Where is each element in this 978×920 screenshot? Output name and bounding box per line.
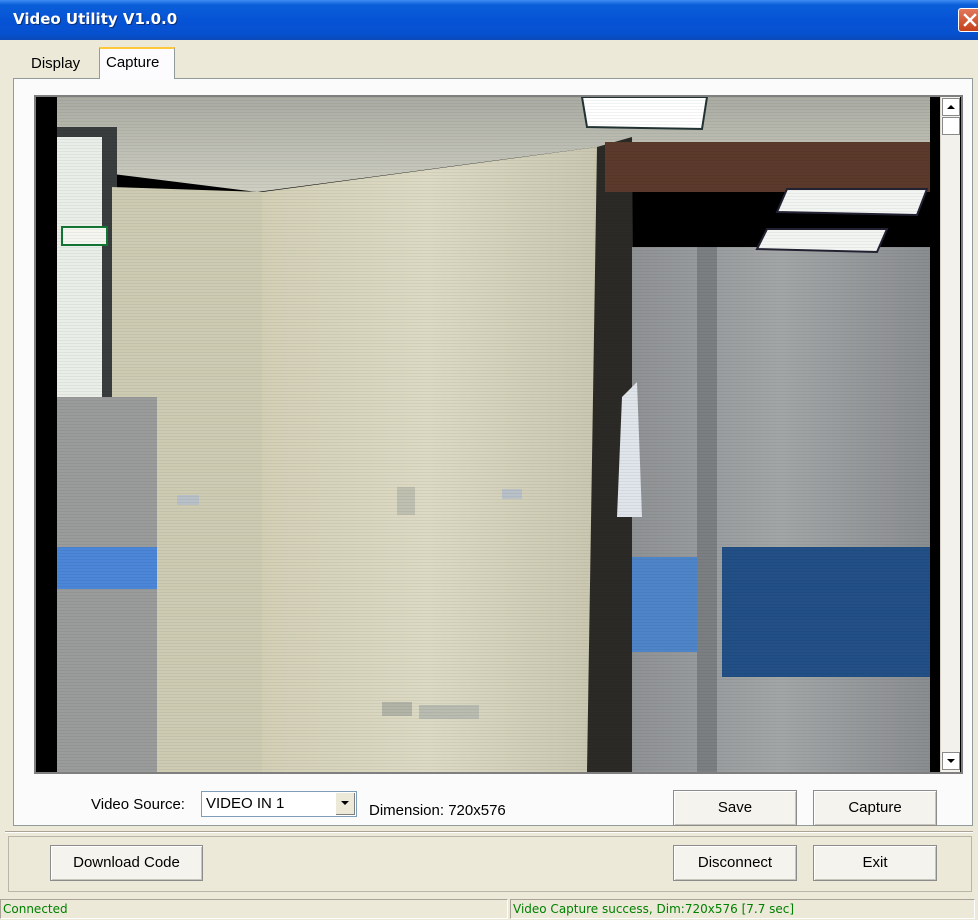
status-message: Video Capture success, Dim:720x576 [7.7 …: [510, 899, 975, 919]
video-source-label: Video Source:: [91, 796, 185, 813]
preview-scrollbar[interactable]: [940, 97, 960, 772]
tab-capture[interactable]: Capture: [99, 47, 175, 79]
capture-button[interactable]: Capture: [813, 790, 937, 826]
dimension-label: Dimension: 720x576: [369, 802, 506, 819]
window-title: Video Utility V1.0.0: [13, 10, 178, 28]
scroll-up-button[interactable]: [942, 98, 960, 116]
scroll-down-button[interactable]: [942, 752, 960, 770]
arrow-up-icon: [947, 105, 955, 109]
disconnect-button[interactable]: Disconnect: [673, 845, 797, 881]
status-bar: Connected Video Capture success, Dim:720…: [0, 897, 978, 920]
tab-display[interactable]: Display: [20, 50, 100, 76]
status-connection: Connected: [0, 899, 508, 919]
chevron-down-icon: [341, 801, 349, 805]
scroll-thumb[interactable]: [942, 117, 960, 135]
title-bar[interactable]: Video Utility V1.0.0: [0, 0, 978, 40]
exit-button[interactable]: Exit: [813, 845, 937, 881]
close-button[interactable]: [958, 8, 978, 32]
video-preview-image: [57, 97, 930, 772]
save-button[interactable]: Save: [673, 790, 797, 826]
separator: [5, 831, 973, 833]
app-window: Video Utility V1.0.0 Display Capture Vid…: [0, 0, 978, 920]
close-icon: [963, 13, 977, 27]
video-source-dropdown-button[interactable]: [335, 793, 355, 815]
download-code-button[interactable]: Download Code: [50, 845, 203, 881]
arrow-down-icon: [947, 759, 955, 763]
video-source-value: VIDEO IN 1: [206, 795, 285, 812]
video-source-select[interactable]: VIDEO IN 1: [201, 791, 357, 817]
